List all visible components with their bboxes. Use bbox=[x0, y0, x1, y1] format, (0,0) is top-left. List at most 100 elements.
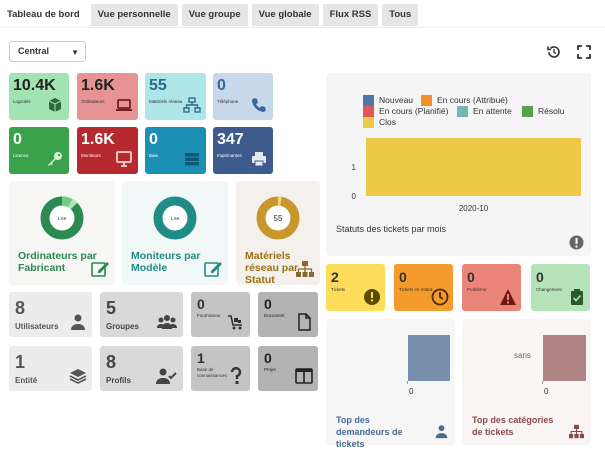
cart-icon bbox=[228, 315, 242, 330]
stat-value: 2 bbox=[331, 269, 339, 285]
stat-card-fournisseur[interactable]: 0 Fournisseur bbox=[191, 292, 250, 337]
edit-icon bbox=[91, 262, 109, 277]
legend-swatch bbox=[457, 106, 468, 117]
legend-label: Clos bbox=[379, 117, 397, 127]
columns-icon bbox=[295, 368, 313, 384]
stat-card-base-connaissances[interactable]: 1 Base de connaissances bbox=[191, 346, 250, 391]
stat-value: 5 bbox=[106, 298, 117, 318]
stat-card-utilisateurs[interactable]: 8 Utilisateurs bbox=[9, 292, 92, 337]
chart-card-ordinateurs-fabricant[interactable]: 1.6K Ordinateurs par Fabricant bbox=[9, 181, 115, 285]
stat-card-imprimantes[interactable]: 347 Imprimantes bbox=[213, 127, 273, 174]
chevron-down-icon: ▼ bbox=[71, 48, 79, 57]
legend-swatch bbox=[363, 95, 374, 106]
stat-card-groupes[interactable]: 5 Groupes bbox=[100, 292, 183, 337]
dashboard-select[interactable]: Central ▼ bbox=[9, 41, 86, 62]
chart-card-title: Statuts des tickets par mois bbox=[336, 224, 447, 234]
clipboard-icon bbox=[571, 289, 583, 305]
stat-value: 1 bbox=[15, 352, 26, 372]
y-tick-label: 0 bbox=[352, 192, 357, 201]
stat-card-profils[interactable]: 8 Profils bbox=[100, 346, 183, 391]
legend-swatch bbox=[522, 106, 533, 117]
bar-label: sans bbox=[514, 351, 531, 360]
stat-card-entite[interactable]: 1 Entité bbox=[9, 346, 92, 391]
chart-card-tickets-par-mois[interactable]: Nouveau En cours (Attribué) En cours (Pl… bbox=[326, 73, 591, 256]
doughnut-center-value: 1.6K bbox=[170, 216, 179, 221]
stat-label: Document bbox=[264, 313, 285, 318]
stat-value: 0 bbox=[197, 296, 205, 312]
tab-vue-personnelle[interactable]: Vue personnelle bbox=[90, 4, 178, 26]
legend-label: Résolu bbox=[538, 106, 565, 116]
chart-card-top-demandeurs[interactable]: 0 Top des demandeurs de tickets bbox=[326, 319, 455, 449]
chart-card-top-categories[interactable]: sans 0 Top des catégories de tickets bbox=[462, 319, 591, 445]
stat-card-ordinateurs[interactable]: 1.6K Ordinateurs bbox=[77, 73, 138, 120]
stat-value: 1.6K bbox=[81, 77, 115, 94]
stat-card-materiels-reseau[interactable]: 55 Matériels réseau bbox=[145, 73, 206, 120]
stat-label: Matériels réseau bbox=[149, 99, 183, 104]
doughnut-chart: 55 bbox=[256, 196, 300, 240]
tab-tous[interactable]: Tous bbox=[382, 4, 419, 26]
stat-label: Téléphone bbox=[217, 99, 239, 104]
stat-value: 10.4K bbox=[13, 77, 56, 94]
sitemap-icon bbox=[569, 424, 584, 439]
stat-card-document[interactable]: 0 Document bbox=[258, 292, 318, 337]
legend-swatch bbox=[421, 95, 432, 106]
stat-value: 8 bbox=[15, 298, 26, 318]
stat-label: Fournisseur bbox=[197, 313, 221, 318]
stat-card-tickets-en-retard[interactable]: 0 Tickets en retard bbox=[394, 264, 453, 311]
fullscreen-icon[interactable] bbox=[576, 44, 592, 60]
clock-icon bbox=[431, 288, 449, 306]
history-icon[interactable] bbox=[546, 44, 562, 60]
stat-value: 347 bbox=[217, 131, 244, 148]
stat-value: 1 bbox=[197, 350, 205, 366]
stat-value: 1.6K bbox=[81, 131, 115, 148]
stat-value: 55 bbox=[149, 77, 167, 94]
stat-value: 0 bbox=[264, 350, 272, 366]
user-icon bbox=[435, 425, 448, 439]
axis-tick bbox=[407, 381, 408, 384]
stat-card-tickets[interactable]: 2 Tickets bbox=[326, 264, 385, 311]
tab-flux-rss[interactable]: Flux RSS bbox=[322, 4, 379, 26]
file-icon bbox=[298, 313, 311, 331]
stat-label: Changement bbox=[536, 287, 562, 292]
legend-label: En attente bbox=[473, 106, 512, 116]
info-icon[interactable] bbox=[569, 235, 584, 250]
stat-label: Problème bbox=[467, 287, 487, 292]
stat-card-changement[interactable]: 0 Changement bbox=[531, 264, 590, 311]
stat-card-logiciels[interactable]: 10.4K Logiciels bbox=[9, 73, 69, 120]
stat-card-licence[interactable]: 0 Licence bbox=[9, 127, 69, 174]
stat-value: 0 bbox=[217, 77, 226, 94]
stat-label: Licence bbox=[13, 153, 29, 158]
bar-segment[interactable] bbox=[366, 138, 581, 196]
chart-card-title: Top des catégories de tickets bbox=[472, 415, 554, 437]
stat-value: 0 bbox=[399, 269, 407, 285]
stat-card-telephone[interactable]: 0 Téléphone bbox=[213, 73, 273, 120]
edit-icon bbox=[204, 262, 222, 277]
x-tick-label: 2020-10 bbox=[459, 204, 489, 213]
axis-tick-label: 0 bbox=[409, 387, 414, 396]
legend-label: En cours (Attribué) bbox=[437, 95, 508, 105]
stat-card-probleme[interactable]: 0 Problème bbox=[462, 264, 521, 311]
legend-swatch bbox=[363, 106, 374, 117]
doughnut-center-value: 1.6K bbox=[57, 216, 66, 221]
printer-icon bbox=[252, 152, 266, 167]
chart-card-moniteurs-modele[interactable]: 1.6K Moniteurs par Modèle bbox=[122, 181, 228, 285]
chart-card-materiels-statut[interactable]: 55 Matériels réseau par Statut bbox=[236, 181, 320, 286]
stat-value: 0 bbox=[149, 131, 158, 148]
sitemap-icon bbox=[296, 261, 314, 277]
laptop-icon bbox=[116, 99, 132, 111]
tab-vue-globale[interactable]: Vue globale bbox=[251, 4, 319, 26]
stat-card-moniteurs[interactable]: 1.6K Moniteurs bbox=[77, 127, 138, 174]
tab-divider bbox=[0, 27, 605, 28]
stat-label: Moniteurs bbox=[81, 153, 101, 158]
stat-card-projet[interactable]: 0 Projet bbox=[258, 346, 318, 391]
stat-card-baie[interactable]: 0 Baie bbox=[145, 127, 206, 174]
legend-label: Nouveau bbox=[379, 95, 414, 105]
tab-vue-groupe[interactable]: Vue groupe bbox=[181, 4, 248, 26]
tab-tableau-de-bord[interactable]: Tableau de bord bbox=[0, 4, 87, 26]
users-icon bbox=[157, 315, 177, 329]
layers-icon bbox=[69, 369, 87, 384]
user-icon bbox=[71, 314, 85, 330]
dashboard-select-value: Central bbox=[18, 46, 50, 56]
chart-card-title: Moniteurs par Modèle bbox=[131, 250, 201, 274]
monitor-icon bbox=[116, 151, 132, 167]
